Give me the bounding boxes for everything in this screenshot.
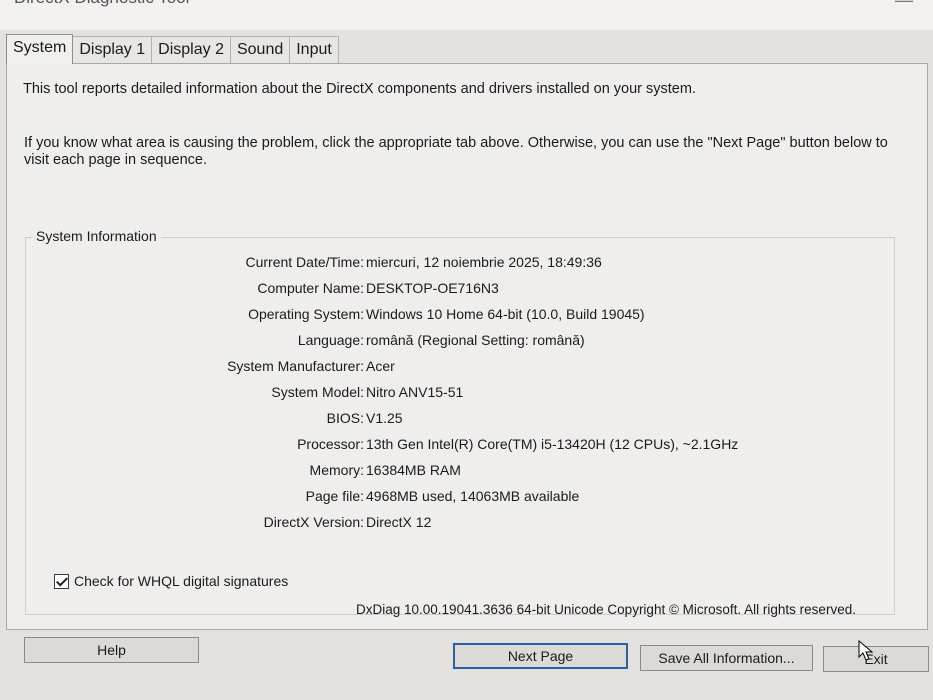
info-label: System Manufacturer:	[227, 358, 364, 374]
info-row-directx-version: DirectX Version: DirectX 12	[26, 514, 886, 534]
info-row-bios: BIOS: V1.25	[26, 410, 886, 430]
info-row-computer-name: Computer Name: DESKTOP-OE716N3	[26, 280, 886, 300]
next-page-button[interactable]: Next Page	[453, 643, 628, 669]
system-information-group: System Information Current Date/Time: mi…	[25, 228, 895, 615]
help-button[interactable]: Help	[24, 637, 199, 663]
info-row-model: System Model: Nitro ANV15-51	[26, 384, 886, 404]
info-value: DirectX 12	[366, 514, 432, 530]
info-value: Acer	[366, 358, 395, 374]
info-value: Windows 10 Home 64-bit (10.0, Build 1904…	[366, 306, 645, 322]
info-value: 16384MB RAM	[366, 462, 461, 478]
info-row-date-time: Current Date/Time: miercuri, 12 noiembri…	[26, 254, 886, 274]
info-row-memory: Memory: 16384MB RAM	[26, 462, 886, 482]
whql-checkbox[interactable]	[54, 573, 69, 589]
exit-button[interactable]: Exit	[823, 646, 929, 672]
info-row-processor: Processor: 13th Gen Intel(R) Core(TM) i5…	[26, 436, 886, 456]
info-value: miercuri, 12 noiembrie 2025, 18:49:36	[366, 254, 602, 270]
tab-sound[interactable]: Sound	[229, 36, 291, 64]
info-value: română (Regional Setting: română)	[366, 332, 585, 348]
info-label: Page file:	[305, 488, 364, 504]
info-row-manufacturer: System Manufacturer: Acer	[26, 358, 886, 378]
info-value: DESKTOP-OE716N3	[366, 280, 499, 296]
minimize-icon[interactable]: —	[895, 0, 913, 11]
info-label: Language:	[297, 332, 364, 348]
info-label: Computer Name:	[257, 280, 364, 296]
save-all-information-button[interactable]: Save All Information...	[640, 645, 813, 671]
mouse-pointer-icon	[858, 640, 874, 661]
copyright-footer: DxDiag 10.00.19041.3636 64-bit Unicode C…	[356, 602, 856, 617]
info-value: 13th Gen Intel(R) Core(TM) i5-13420H (12…	[366, 436, 739, 452]
info-label: Memory:	[309, 462, 364, 478]
info-value: Nitro ANV15-51	[366, 384, 464, 400]
group-legend: System Information	[32, 228, 161, 244]
tab-strip: System Display 1 Display 2 Sound Input	[6, 34, 339, 64]
info-row-operating-system: Operating System: Windows 10 Home 64-bit…	[26, 306, 886, 326]
window-title: DirectX Diagnostic Tool	[14, 0, 189, 8]
whql-option: Check for WHQL digital signatures	[54, 573, 288, 589]
instructions-text: If you know what area is causing the pro…	[24, 135, 888, 168]
info-row-language: Language: română (Regional Setting: româ…	[26, 332, 886, 352]
tab-system[interactable]: System	[6, 34, 74, 64]
info-label: Current Date/Time:	[245, 254, 364, 270]
info-label: System Model:	[271, 384, 364, 400]
info-row-page-file: Page file: 4968MB used, 14063MB availabl…	[26, 488, 886, 508]
tab-input[interactable]: Input	[289, 36, 339, 64]
intro-text: This tool reports detailed information a…	[23, 81, 696, 97]
info-label: Operating System:	[248, 306, 364, 322]
tab-display-2[interactable]: Display 2	[151, 36, 231, 64]
info-label: DirectX Version:	[263, 514, 364, 530]
system-tab-panel: This tool reports detailed information a…	[6, 63, 928, 630]
title-bar: DirectX Diagnostic Tool —	[0, 0, 933, 30]
info-value: V1.25	[366, 410, 403, 426]
whql-label[interactable]: Check for WHQL digital signatures	[74, 573, 288, 589]
info-label: Processor:	[297, 436, 364, 452]
tab-display-1[interactable]: Display 1	[72, 36, 153, 64]
info-value: 4968MB used, 14063MB available	[366, 488, 580, 504]
info-label: BIOS:	[326, 410, 364, 426]
